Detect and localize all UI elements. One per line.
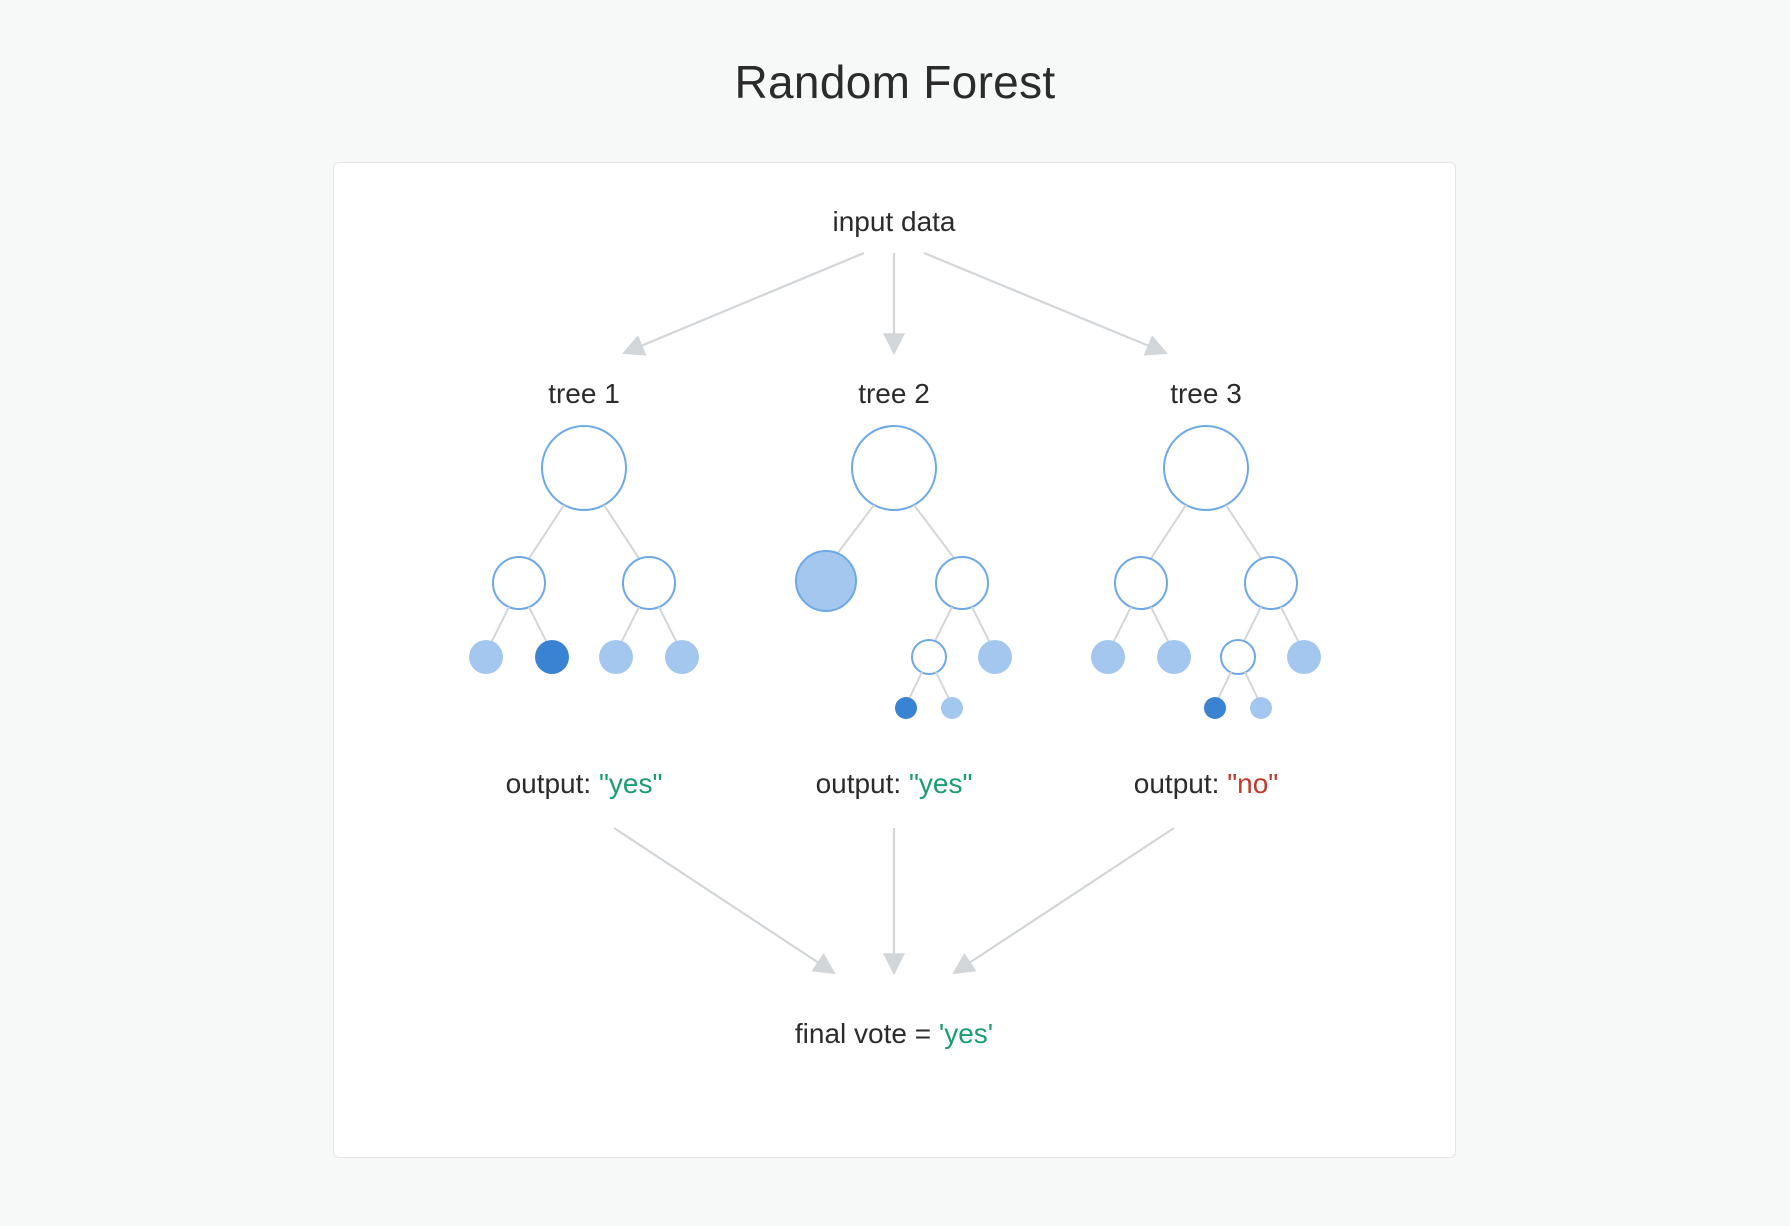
tree-label: tree 2 [858, 378, 930, 409]
tree-label: tree 3 [1170, 378, 1242, 409]
tree-node [1221, 640, 1255, 674]
diagram-title: Random Forest [0, 55, 1790, 109]
tree-leaf [1250, 697, 1272, 719]
tree-output: output: "yes" [816, 768, 973, 799]
tree-leaf [1204, 697, 1226, 719]
arrow-icon [614, 828, 834, 973]
tree-leaf [1157, 640, 1191, 674]
tree-node [1164, 426, 1248, 510]
tree-leaf [665, 640, 699, 674]
tree-node [852, 426, 936, 510]
tree-label: tree 1 [548, 378, 620, 409]
tree-leaf [978, 640, 1012, 674]
arrow-icon [624, 253, 864, 353]
tree-leaf [1287, 640, 1321, 674]
tree-node [1245, 557, 1297, 609]
tree-node [493, 557, 545, 609]
tree-leaf [469, 640, 503, 674]
tree-leaf [599, 640, 633, 674]
tree-2 [796, 426, 1012, 719]
arrow-icon [924, 253, 1166, 353]
tree-node [542, 426, 626, 510]
tree-leaf [941, 697, 963, 719]
arrow-icon [954, 828, 1174, 973]
tree-node [1115, 557, 1167, 609]
tree-leaf [535, 640, 569, 674]
tree-node [936, 557, 988, 609]
tree-3 [1091, 426, 1321, 719]
random-forest-diagram: input data tree 1 tree 2 tree 3 [334, 163, 1455, 1157]
diagram-card: input data tree 1 tree 2 tree 3 [333, 162, 1456, 1158]
tree-leaf [1091, 640, 1125, 674]
final-vote: final vote = 'yes' [795, 1018, 993, 1049]
tree-node [912, 640, 946, 674]
tree-node [623, 557, 675, 609]
tree-1 [469, 426, 699, 674]
tree-leaf [796, 551, 856, 611]
tree-output: output: "no" [1134, 768, 1278, 799]
input-data-label: input data [833, 206, 956, 237]
tree-leaf [895, 697, 917, 719]
tree-output: output: "yes" [506, 768, 663, 799]
